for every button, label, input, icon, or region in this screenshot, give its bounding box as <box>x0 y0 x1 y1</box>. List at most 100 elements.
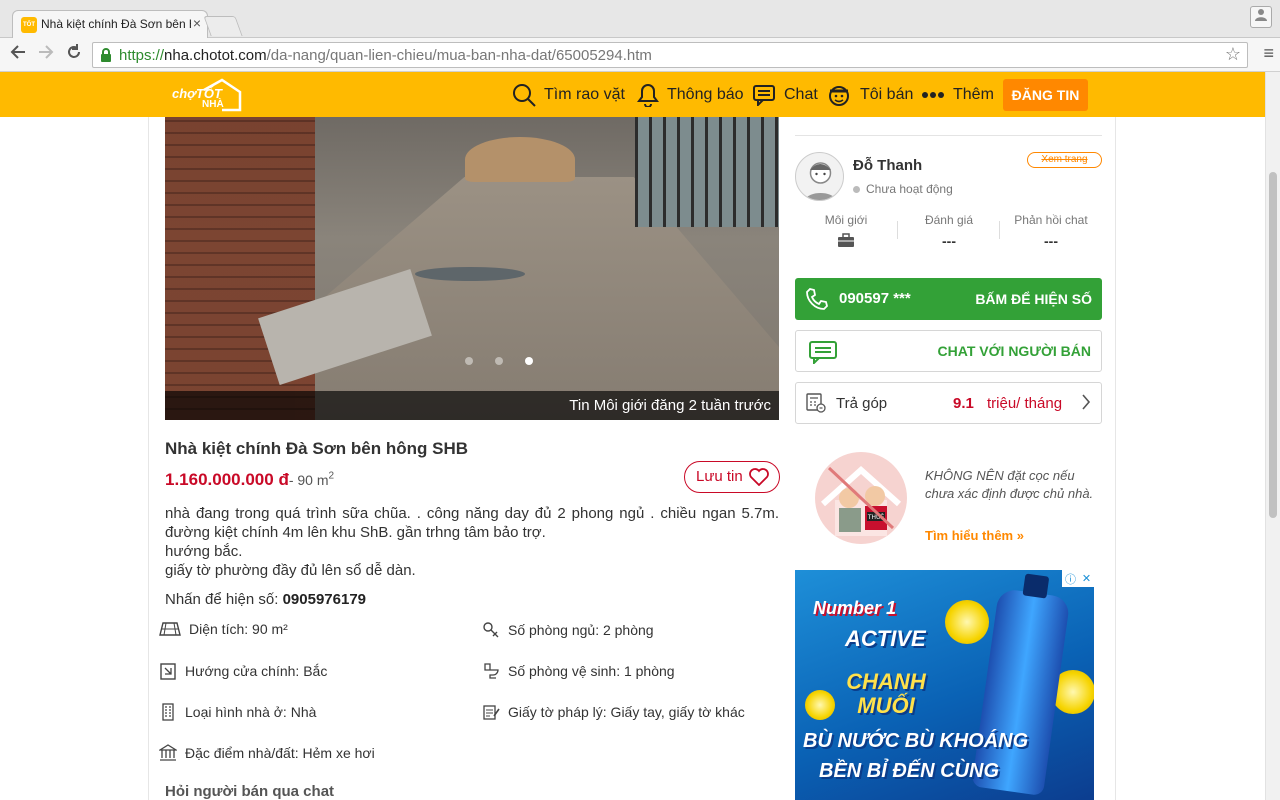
seller-stats: Môi giới Đánh giá --- Phản hồi chat --- <box>795 213 1102 253</box>
ad-slogan: BỀN BỈ ĐẾN CÙNG <box>819 760 1000 782</box>
seller-name[interactable]: Đỗ Thanh <box>853 157 922 174</box>
price-row: 1.160.000.000 đ- 90 m2 <box>165 470 334 490</box>
ad-product: ACTIVE <box>845 626 926 651</box>
description-line: giấy tờ phường đầy đủ lên sổ dễ dàn. <box>165 562 416 579</box>
seller-card: Đỗ Thanh Chưa hoạt động Xem trang <box>795 152 1102 210</box>
close-icon[interactable]: × <box>193 15 201 31</box>
param-area: Diện tích: 90 m² <box>159 621 288 637</box>
photo-sand-pile <box>465 137 575 182</box>
browser-menu-icon[interactable]: ≡ <box>1263 43 1274 64</box>
photo-dot[interactable] <box>465 357 473 365</box>
back-arrow-icon[interactable] <box>6 43 30 67</box>
new-tab-button[interactable] <box>203 16 243 36</box>
nav-chat-label: Chat <box>784 85 818 103</box>
installment-button[interactable]: Trả góp 9.1 triệu/ tháng <box>795 382 1102 424</box>
logo-subtext: NHÀ <box>202 99 224 110</box>
photo-dot[interactable] <box>495 357 503 365</box>
ad-lemon <box>945 600 989 644</box>
ad-flavor: CHANH MUỐI <box>846 669 926 718</box>
view-seller-page-button[interactable]: Xem trang <box>1027 152 1102 168</box>
ad-banner[interactable]: Number 1 ACTIVE CHANH MUỐI BÙ NƯỚC BÙ KH… <box>795 570 1094 800</box>
ad-slogan: BÙ NƯỚC BÙ KHOÁNG <box>803 730 1029 752</box>
chevron-right-icon <box>1081 392 1091 418</box>
param-land-label: Đặc điểm nhà/đất: Hẻm xe hơi <box>185 745 375 761</box>
area-unit-superscript: 2 <box>328 470 335 482</box>
page-scrollbar[interactable] <box>1265 72 1280 800</box>
browser-tab[interactable]: TỐT Nhà kiệt chính Đà Sơn bên hông SHB × <box>12 10 208 38</box>
chat-icon <box>809 341 837 364</box>
param-house-type: Loại hình nhà ở: Nhà <box>159 703 316 721</box>
nav-more[interactable]: Thêm <box>921 72 994 117</box>
nav-my-sales[interactable]: Tôi bán <box>826 72 913 117</box>
calculator-icon <box>806 393 826 413</box>
listing-area: - 90 m <box>288 472 329 488</box>
site-header: chợTỐT NHÀ Tìm rao vặt Thông báo Chat Tô… <box>0 72 1280 117</box>
divider <box>795 135 1102 136</box>
installment-unit: triệu/ tháng <box>987 395 1063 412</box>
param-bedrooms-label: Số phòng ngủ: 2 phòng <box>508 622 654 638</box>
stat-chat-response: Phản hồi chat --- <box>1000 213 1102 249</box>
deposit-warning: THUÊ KHÔNG NÊN đặt cọc nếu chưa xác định… <box>813 450 1102 550</box>
param-bathrooms-label: Số phòng vệ sinh: 1 phòng <box>508 663 675 679</box>
photo-puddle <box>415 267 525 281</box>
param-area-label: Diện tích: 90 m² <box>189 621 288 637</box>
photo-dot-active[interactable] <box>525 357 533 365</box>
param-house-type-label: Loại hình nhà ở: Nhà <box>185 704 317 720</box>
ad-brand: Number 1 <box>813 598 897 618</box>
nav-notifications[interactable]: Thông báo <box>637 72 744 117</box>
listing-photo[interactable]: Tin Môi giới đăng 2 tuần trước <box>165 117 779 420</box>
toilet-icon <box>484 663 499 679</box>
chotot-logo[interactable]: chợTỐT NHÀ <box>172 78 244 112</box>
listing-description: nhà đang trong quá trình sữa chũa. . côn… <box>165 504 779 580</box>
ad-info: ⓘ ✕ <box>1062 570 1094 587</box>
nav-search[interactable]: Tìm rao vặt <box>512 72 625 117</box>
phone-icon <box>806 288 828 310</box>
adchoices-icon[interactable]: ⓘ <box>1065 571 1076 587</box>
warning-illustration: THUÊ <box>815 452 907 544</box>
chat-icon <box>753 84 775 106</box>
save-listing-button[interactable]: Lưu tin <box>684 461 780 493</box>
profile-icon[interactable] <box>1250 6 1272 28</box>
post-listing-button[interactable]: ĐĂNG TIN <box>1003 79 1088 111</box>
more-icon <box>922 91 944 98</box>
ad-close-icon[interactable]: ✕ <box>1082 572 1091 585</box>
listing-content: Tin Môi giới đăng 2 tuần trước Nhà kiệt … <box>148 117 1116 800</box>
phone-prompt: Nhấn để hiện số: <box>165 591 279 608</box>
address-bar[interactable]: https://nha.chotot.com/da-nang/quan-lien… <box>92 42 1248 68</box>
masked-phone-number: 090597 *** <box>839 290 911 307</box>
url-text: https://nha.chotot.com/da-nang/quan-lien… <box>119 47 652 64</box>
param-bedrooms: Số phòng ngủ: 2 phòng <box>482 621 654 639</box>
forward-arrow-icon[interactable] <box>34 43 58 67</box>
browser-tabstrip: TỐT Nhà kiệt chính Đà Sơn bên hông SHB × <box>0 0 1280 38</box>
nav-notifications-label: Thông báo <box>667 85 744 103</box>
learn-more-link[interactable]: Tìm hiểu thêm » <box>925 528 1024 543</box>
stat-value: --- <box>1044 233 1058 249</box>
search-icon <box>513 83 536 107</box>
key-icon <box>483 622 499 638</box>
tab-title: Nhà kiệt chính Đà Sơn bên hông SHB <box>41 17 191 31</box>
bell-icon <box>637 83 659 107</box>
nav-chat[interactable]: Chat <box>752 72 818 117</box>
warning-text: KHÔNG NÊN đặt cọc nếu chưa xác định được… <box>925 468 1094 501</box>
bank-icon <box>159 744 177 761</box>
nav-my-sales-label: Tôi bán <box>860 85 914 103</box>
bookmark-star-icon[interactable]: ☆ <box>1225 44 1241 65</box>
scrollbar-thumb[interactable] <box>1269 172 1277 518</box>
building-icon <box>162 703 174 721</box>
reload-icon[interactable] <box>62 43 86 67</box>
avatar[interactable] <box>795 152 844 201</box>
seller-status-text: Chưa hoạt động <box>866 182 953 196</box>
show-phone-label: BẤM ĐỂ HIỆN SỐ <box>975 291 1092 307</box>
phone-reveal-line[interactable]: Nhấn để hiện số: 0905976179 <box>165 591 366 608</box>
url-scheme: https:// <box>119 47 165 64</box>
show-phone-button[interactable]: 090597 *** BẤM ĐỂ HIỆN SỐ <box>795 278 1102 320</box>
param-door-label: Hướng cửa chính: Bắc <box>185 663 328 679</box>
param-door-direction: Hướng cửa chính: Bắc <box>159 662 327 680</box>
area-icon <box>159 622 181 636</box>
document-icon <box>483 705 500 720</box>
stat-broker: Môi giới <box>795 213 897 251</box>
seller-status: Chưa hoạt động <box>853 182 953 196</box>
phone-number[interactable]: 0905976179 <box>283 591 366 608</box>
nav-search-label: Tìm rao vặt <box>544 85 625 103</box>
chat-with-seller-button[interactable]: CHAT VỚI NGƯỜI BÁN <box>795 330 1102 372</box>
